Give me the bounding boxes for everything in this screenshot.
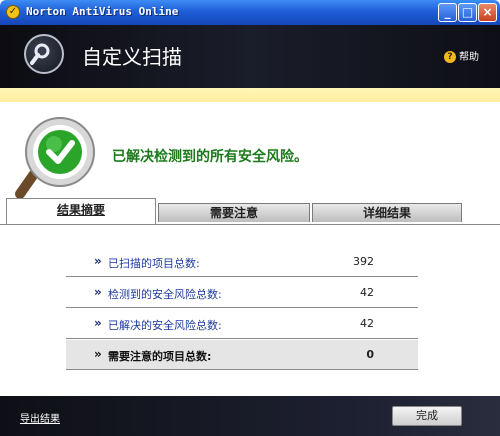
tab-summary[interactable]: 结果摘要 (6, 198, 156, 224)
tab-details[interactable]: 详细结果 (312, 203, 462, 222)
summary-panel: » 已扫描的项目总数: 392 » 检测到的安全风险总数: 42 » 已解决的安… (0, 224, 500, 396)
finish-button[interactable]: 完成 (392, 406, 462, 426)
bullet-icon: » (94, 316, 102, 330)
help-link[interactable]: ? 帮助 (444, 48, 479, 63)
stat-value: 392 (353, 255, 374, 268)
bullet-icon: » (94, 285, 102, 299)
tab-label: 详细结果 (362, 206, 411, 220)
stat-label: 已扫描的项目总数: (108, 257, 200, 270)
result-message: 已解决检测到的所有安全风险。 (112, 149, 308, 165)
app-header: 自定义扫描 ? 帮助 (0, 25, 500, 88)
tab-attention[interactable]: 需要注意 (158, 203, 310, 222)
help-icon: ? (444, 51, 456, 63)
stat-row-detected: » 检测到的安全风险总数: 42 (66, 278, 418, 308)
page-title: 自定义扫描 (82, 45, 182, 69)
stat-label: 检测到的安全风险总数: (108, 288, 222, 301)
footer-bar: 导出结果 完成 (0, 396, 500, 436)
stat-row-resolved: » 已解决的安全风险总数: 42 (66, 309, 418, 339)
bullet-icon: » (94, 347, 102, 361)
tab-label: 需要注意 (209, 206, 258, 220)
norton-logo-icon: ✓ (6, 5, 20, 19)
magnifier-icon (24, 34, 64, 74)
window-title: Norton AntiVirus Online (26, 5, 179, 18)
stat-value: 42 (360, 317, 374, 330)
maximize-button[interactable]: □ (458, 3, 477, 22)
stat-value: 0 (366, 348, 374, 361)
stat-row-attention: » 需要注意的项目总数: 0 (66, 340, 418, 370)
tab-bar: 结果摘要 需要注意 详细结果 (0, 198, 500, 224)
stat-value: 42 (360, 286, 374, 299)
stat-row-scanned: » 已扫描的项目总数: 392 (66, 247, 418, 277)
stat-label: 已解决的安全风险总数: (108, 319, 222, 332)
help-label: 帮助 (459, 52, 479, 63)
tab-label: 结果摘要 (56, 203, 105, 217)
green-check-magnifier-icon (12, 114, 100, 202)
title-bar: ✓ Norton AntiVirus Online _ □ × (0, 0, 500, 25)
header-divider (0, 88, 500, 102)
export-results-link[interactable]: 导出结果 (20, 410, 60, 425)
bullet-icon: » (94, 254, 102, 268)
stat-label: 需要注意的项目总数: (108, 350, 212, 363)
minimize-button[interactable]: _ (438, 3, 457, 22)
close-button[interactable]: × (478, 3, 497, 22)
